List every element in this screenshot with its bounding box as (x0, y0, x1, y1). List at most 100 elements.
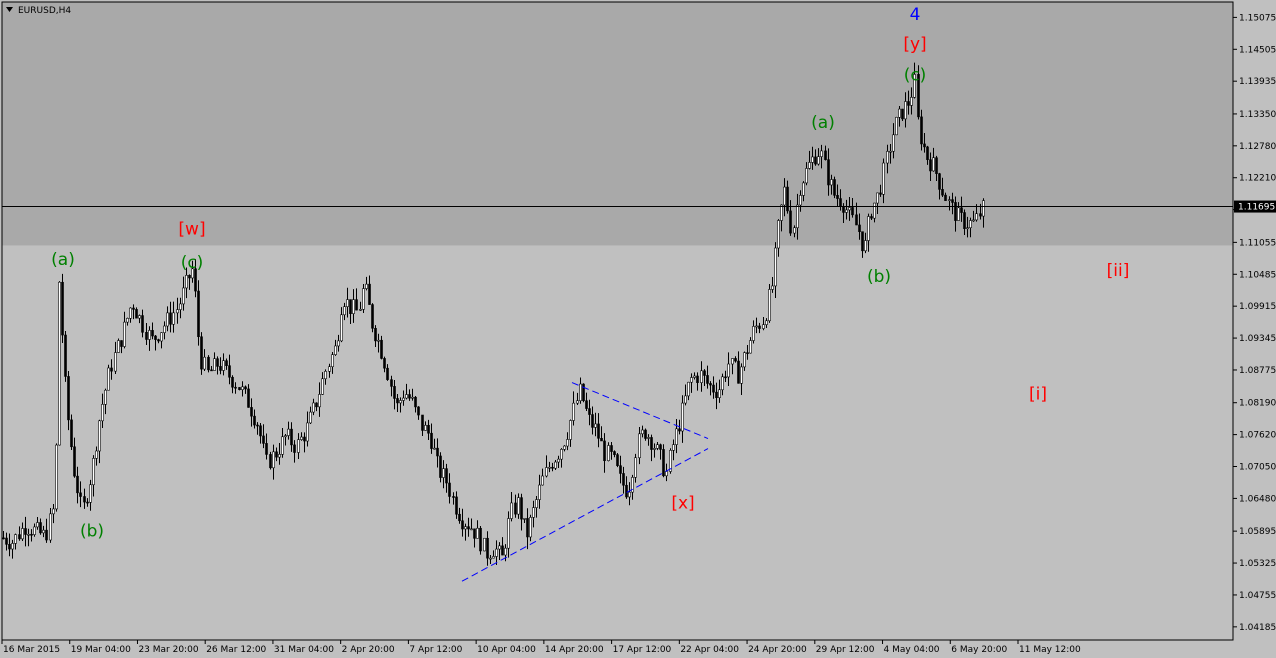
bull-candle (982, 200, 985, 217)
bull-candle (693, 375, 696, 378)
bull-candle (641, 429, 644, 435)
bear-candle (855, 214, 858, 226)
bull-candle (538, 484, 541, 500)
bull-candle (42, 529, 45, 534)
wave-label: [y] (903, 35, 926, 55)
bear-candle (110, 367, 113, 372)
bear-candle (145, 331, 148, 340)
bull-candle (895, 116, 898, 136)
bear-candle (315, 402, 318, 408)
wave-label: (c) (181, 253, 204, 273)
bear-candle (253, 415, 256, 426)
bull-candle (182, 287, 185, 305)
bear-candle (210, 369, 213, 372)
bull-candle (138, 315, 141, 319)
bear-candle (417, 406, 420, 416)
bull-candle (910, 97, 913, 106)
bear-candle (290, 428, 293, 446)
bear-candle (486, 537, 489, 559)
bear-candle (238, 387, 241, 390)
bear-candle (64, 334, 67, 377)
bull-candle (820, 150, 823, 157)
bull-candle (647, 437, 650, 439)
bull-candle (532, 507, 535, 518)
time-tick-label: 4 May 04:00 (884, 645, 940, 655)
bear-candle (979, 213, 982, 217)
bull-candle (321, 378, 324, 395)
bear-candle (256, 424, 259, 427)
bull-candle (718, 389, 721, 398)
bear-candle (70, 419, 73, 448)
bear-candle (455, 496, 458, 515)
bull-candle (359, 309, 362, 311)
bull-candle (771, 285, 774, 290)
bull-candle (548, 466, 551, 469)
bull-candle (476, 527, 479, 539)
time-tick-label: 29 Apr 12:00 (816, 645, 875, 655)
bear-candle (371, 304, 374, 329)
bear-candle (120, 340, 123, 347)
bull-candle (932, 157, 935, 172)
bull-candle (740, 366, 743, 384)
bull-candle (523, 518, 526, 520)
bull-candle (783, 186, 786, 206)
bear-candle (390, 379, 393, 387)
bear-candle (625, 484, 628, 498)
bull-candle (442, 468, 445, 478)
bull-candle (957, 207, 960, 221)
time-tick-label: 6 May 20:00 (951, 645, 1007, 655)
bear-candle (715, 391, 718, 398)
time-tick-label: 19 Mar 04:00 (71, 645, 131, 655)
price-tick-label: 1.04185 (1239, 623, 1276, 633)
bear-candle (600, 438, 603, 442)
bull-candle (563, 445, 566, 450)
bear-candle (613, 451, 616, 455)
price-tick-label: 1.10485 (1239, 270, 1276, 280)
time-tick-label: 11 May 12:00 (1019, 645, 1081, 655)
bear-candle (944, 194, 947, 201)
bull-candle (873, 202, 876, 219)
bull-candle (805, 168, 808, 184)
bull-candle (634, 457, 637, 478)
bull-candle (817, 156, 820, 165)
bear-candle (61, 281, 64, 336)
price-tick-label: 1.09345 (1239, 334, 1276, 344)
wave-label: [i] (1029, 384, 1047, 404)
bull-candle (510, 502, 513, 519)
bull-candle (731, 358, 734, 365)
bull-candle (755, 325, 758, 328)
bear-candle (926, 146, 929, 160)
bear-candle (225, 360, 228, 366)
bull-candle (889, 150, 892, 153)
bear-candle (610, 445, 613, 452)
bull-candle (203, 356, 206, 370)
bear-candle (706, 375, 709, 384)
price-chart[interactable]: 1.15075 1.14505 1.13935 1.13350 1.12780 1.122… (0, 0, 1276, 658)
bear-candle (132, 307, 135, 310)
bear-candle (737, 360, 740, 384)
bear-candle (439, 455, 442, 478)
bull-candle (222, 360, 225, 371)
bear-candle (207, 356, 210, 371)
bull-candle (799, 195, 802, 206)
bull-candle (774, 247, 777, 287)
bear-candle (678, 428, 681, 432)
bull-candle (27, 533, 30, 536)
bear-candle (234, 386, 237, 389)
bear-candle (650, 437, 653, 450)
bear-candle (427, 424, 430, 434)
bear-candle (923, 143, 926, 148)
bull-candle (148, 330, 151, 340)
bull-candle (743, 352, 746, 368)
bear-candle (935, 157, 938, 174)
bull-candle (166, 312, 169, 327)
bear-candle (24, 528, 27, 535)
bull-candle (433, 447, 436, 450)
bull-candle (793, 227, 796, 234)
bear-candle (76, 475, 79, 494)
bull-candle (566, 439, 569, 447)
resistance-zone (2, 2, 1233, 246)
bear-candle (662, 449, 665, 477)
bear-candle (188, 275, 191, 279)
bull-candle (504, 547, 507, 556)
